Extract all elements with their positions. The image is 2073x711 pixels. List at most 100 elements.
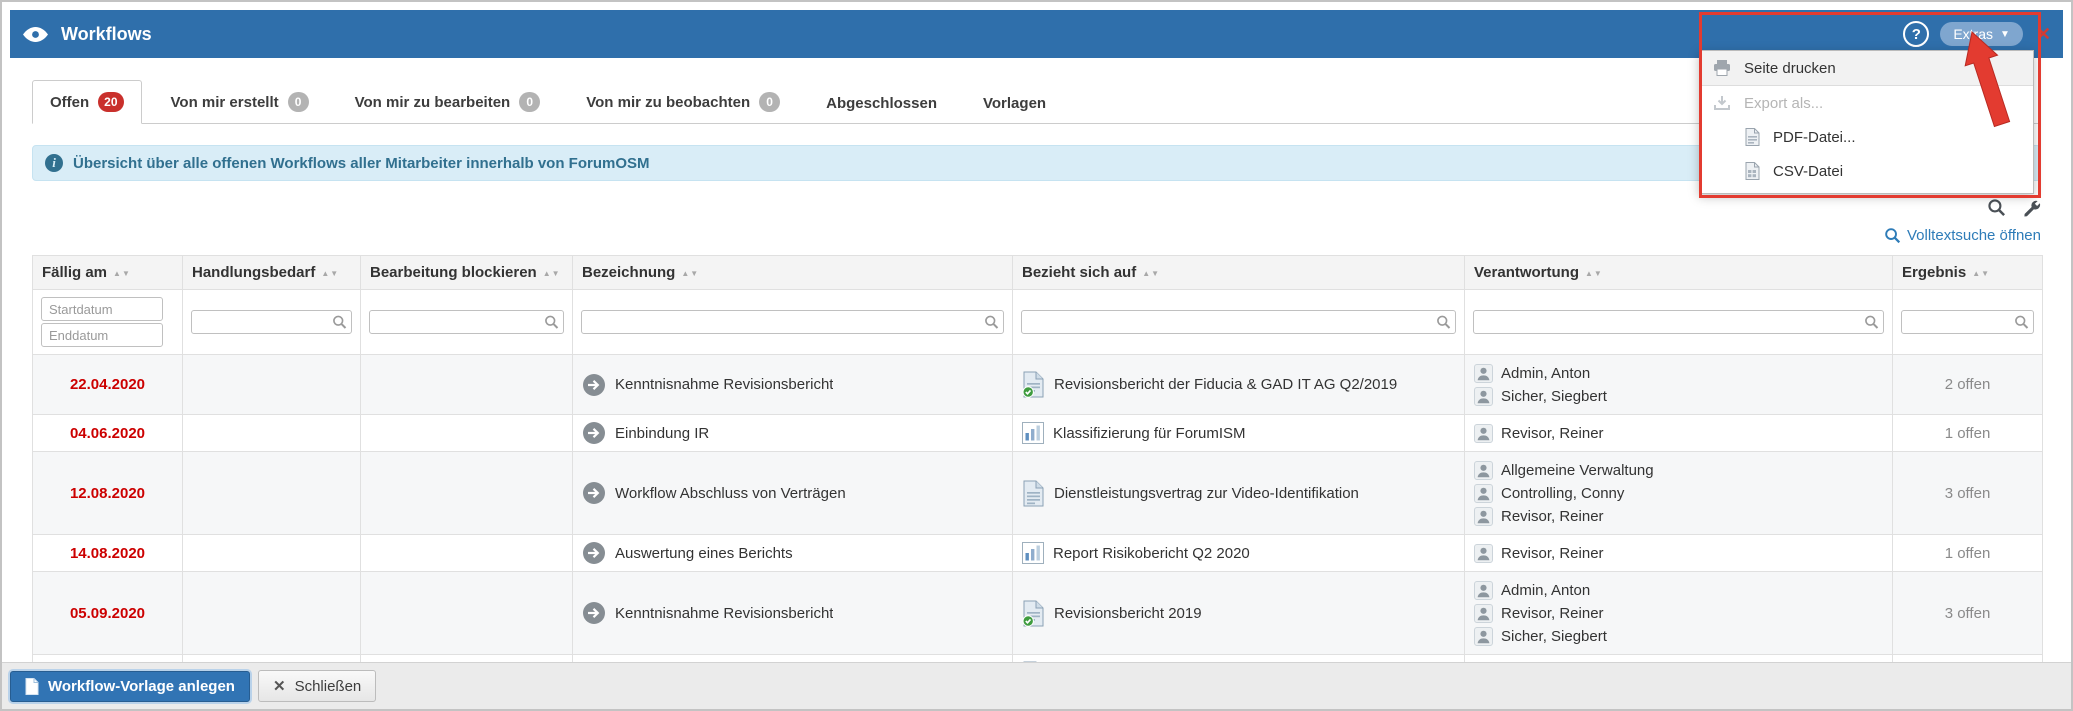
sort-icon[interactable]: ▲▼: [1972, 269, 1990, 278]
responsible-person: Sicher, Siegbert: [1474, 385, 1883, 407]
column-label: Bezieht sich auf: [1022, 264, 1137, 281]
filter-wrap: [1021, 310, 1456, 334]
workflow-icon: [582, 481, 606, 505]
due-date: 14.08.2020: [69, 544, 146, 562]
result-count: 1 offen: [1944, 424, 1991, 442]
extras-label: Extras: [1953, 26, 1993, 42]
reference-name: Revisionsbericht der Fiducia & GAD IT AG…: [1054, 376, 1398, 393]
search-icon: [2014, 315, 2029, 330]
column-label: Bearbeitung blockieren: [370, 264, 537, 281]
footer-bar: Workflow-Vorlage anlegen ✕ Schließen: [2, 662, 2071, 709]
cell-faellig-am: 12.08.2020: [32, 451, 183, 535]
menu-item-pdf-datei[interactable]: PDF-Datei...: [1700, 120, 2033, 154]
cell-bezeichnung: Kenntnisnahme Revisionsbericht: [572, 354, 1013, 415]
settings-wrench-icon[interactable]: [2022, 198, 2041, 217]
start-date-filter-input[interactable]: [41, 297, 164, 321]
workflow-name: Einbindung IR: [615, 424, 710, 442]
workflow-name: Auswertung eines Berichts: [615, 544, 793, 562]
extras-dropdown-menu: Seite drucken Export als... PDF-Datei... CS…: [1699, 50, 2034, 194]
tab-label: Abgeschlossen: [826, 95, 937, 112]
filter-cell-bezeichnung: [572, 289, 1013, 355]
filter-cell-handlungsbedarf: [182, 289, 361, 355]
tab-von-mir-erstellt[interactable]: Von mir erstellt 0: [154, 81, 326, 123]
table-row[interactable]: 05.09.2020 Kenntnisnahme Revisionsbericht…: [32, 571, 2043, 655]
create-workflow-template-button[interactable]: Workflow-Vorlage anlegen: [10, 670, 250, 702]
tab-label: Von mir zu bearbeiten: [354, 93, 511, 111]
cell-bearbeitung-blockieren: [360, 451, 573, 535]
filter-wrap: [1473, 310, 1884, 334]
person-name: Revisor, Reiner: [1501, 604, 1604, 622]
sort-icon[interactable]: ▲▼: [113, 269, 131, 278]
due-date: 12.08.2020: [69, 484, 146, 502]
responsible-person: Revisor, Reiner: [1474, 422, 1883, 444]
printer-icon: [1713, 60, 1731, 76]
sort-icon[interactable]: ▲▼: [543, 269, 561, 278]
tab-abgeschlossen[interactable]: Abgeschlossen: [809, 84, 954, 123]
column-header-bezieht-sich-auf: Bezieht sich auf ▲▼: [1012, 255, 1465, 290]
responsible-person: Revisor, Reiner: [1474, 505, 1883, 527]
column-label: Handlungsbedarf: [192, 264, 316, 281]
column-header-faellig-am: Fällig am ▲▼: [32, 255, 183, 290]
person-name: Sicher, Siegbert: [1501, 387, 1607, 405]
table-row[interactable]: 12.08.2020 Workflow Abschluss von Verträg…: [32, 451, 2043, 535]
filter-input-bezieht-sich-auf[interactable]: [1021, 310, 1456, 334]
close-button[interactable]: ✕ Schließen: [257, 670, 377, 702]
end-date-filter-input[interactable]: [41, 323, 164, 347]
menu-item-export-als: Export als...: [1700, 86, 2033, 120]
tab-von-mir-zu-beobachten[interactable]: Von mir zu beobachten 0: [569, 81, 797, 123]
sort-icon[interactable]: ▲▼: [1142, 269, 1160, 278]
reference-name: Report Risikobericht Q2 2020: [1053, 544, 1250, 562]
cell-bezieht-sich-auf: Report Risikobericht Q2 2020: [1012, 534, 1465, 572]
sort-icon[interactable]: ▲▼: [1585, 269, 1603, 278]
document-icon: [25, 677, 39, 695]
person-name: Revisor, Reiner: [1501, 424, 1604, 442]
filter-cell-bearbeitung-blockieren: [360, 289, 573, 355]
menu-item-csv-datei[interactable]: CSV-Datei: [1700, 154, 2033, 188]
filter-input-verantwortung[interactable]: [1473, 310, 1884, 334]
reference-entry: Report Risikobericht Q2 2020: [1022, 541, 1455, 565]
page-title: Workflows: [61, 23, 152, 44]
tab-von-mir-zu-bearbeiten[interactable]: Von mir zu bearbeiten 0: [338, 81, 558, 123]
workflow-entry: Kenntnisnahme Revisionsbericht: [582, 373, 1003, 397]
export-icon: [1713, 95, 1731, 111]
fulltext-search-link[interactable]: Volltextsuche öffnen: [1884, 224, 2041, 247]
sort-icon[interactable]: ▲▼: [681, 269, 699, 278]
filter-input-handlungsbedarf[interactable]: [191, 310, 352, 334]
filter-cell-verantwortung: [1464, 289, 1893, 355]
filter-input-bearbeitung-blockieren[interactable]: [369, 310, 564, 334]
workflows-window: Workflows ? Extras ▼ ✕ Offen 20 Von mir er…: [0, 0, 2073, 711]
responsible-person: Allgemeine Verwaltung: [1474, 459, 1883, 481]
chart-icon: [1022, 542, 1044, 564]
column-label: Bezeichnung: [582, 264, 676, 281]
fulltext-row: Volltextsuche öffnen: [32, 224, 2041, 247]
workflow-icon: [582, 541, 606, 565]
workflow-name: Kenntnisnahme Revisionsbericht: [615, 376, 834, 393]
tab-vorlagen[interactable]: Vorlagen: [966, 84, 1063, 123]
menu-item-seite-drucken[interactable]: Seite drucken: [1700, 51, 2033, 86]
table-row[interactable]: 22.04.2020 Kenntnisnahme Revisionsbericht…: [32, 354, 2043, 415]
result-count: 2 offen: [1944, 376, 1991, 393]
help-button[interactable]: ?: [1903, 21, 1930, 47]
tab-offen[interactable]: Offen 20: [32, 80, 142, 124]
filter-wrap: [581, 310, 1004, 334]
result-count: 3 offen: [1944, 484, 1991, 502]
cell-handlungsbedarf: [182, 451, 361, 535]
column-header-bearbeitung-blockieren: Bearbeitung blockieren ▲▼: [360, 255, 573, 290]
close-window-button[interactable]: ✕: [2036, 24, 2051, 45]
search-icon: [1864, 315, 1879, 330]
filter-input-bezeichnung[interactable]: [581, 310, 1004, 334]
workflow-entry: Kenntnisnahme Revisionsbericht: [582, 601, 1003, 625]
table-row[interactable]: 14.08.2020 Auswertung eines Berichts Repor…: [32, 534, 2043, 572]
workflow-entry: Workflow Abschluss von Verträgen: [582, 481, 1003, 505]
due-date: 05.09.2020: [69, 604, 146, 622]
table-row[interactable]: 04.06.2020 Einbindung IR Klassifizierung f…: [32, 414, 2043, 452]
workflow-entry: Auswertung eines Berichts: [582, 541, 1003, 565]
cell-verantwortung: Revisor, Reiner: [1464, 414, 1893, 452]
cell-verantwortung: Allgemeine Verwaltung Controlling, Conny R…: [1464, 451, 1893, 535]
extras-button[interactable]: Extras ▼: [1940, 22, 2023, 46]
sort-icon[interactable]: ▲▼: [321, 269, 339, 278]
person-icon: [1474, 506, 1493, 526]
table-row[interactable]: 11.11.2021 Einbindung in Klassifizierung/…: [32, 654, 2043, 662]
search-icon[interactable]: [1987, 198, 2006, 217]
filter-wrap: [191, 310, 352, 334]
